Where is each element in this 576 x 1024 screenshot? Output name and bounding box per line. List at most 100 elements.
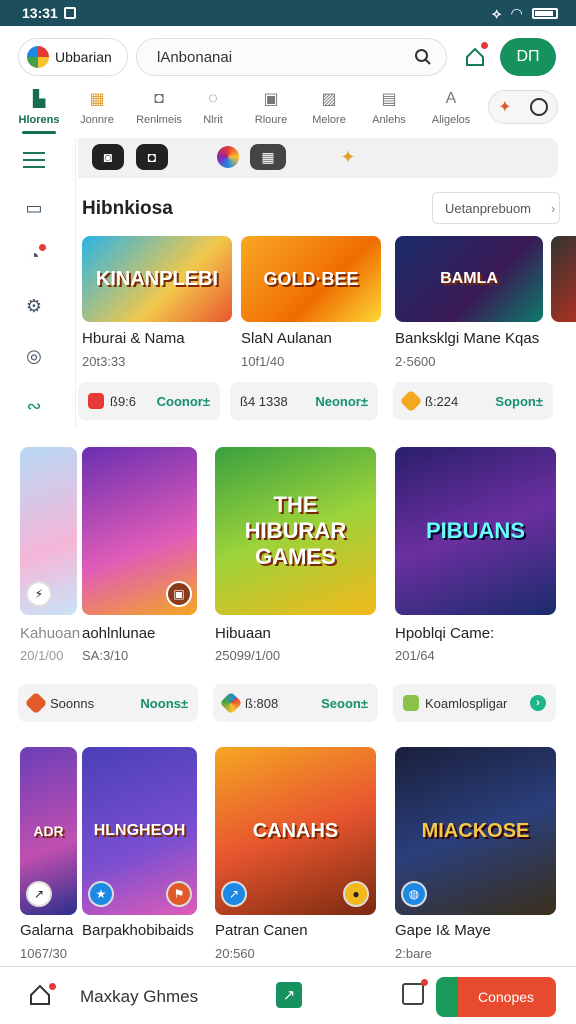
game-title[interactable]: Hpoblqi Came:: [395, 625, 494, 642]
game-art-title: HLNGHEOH: [93, 822, 186, 839]
app-switcher[interactable]: Ubbarian: [18, 38, 128, 76]
home-button[interactable]: [28, 983, 56, 1009]
chevron-right-icon[interactable]: ›: [530, 695, 546, 711]
shortcut-controller[interactable]: ◘: [136, 144, 168, 170]
chevron-right-icon: ›: [551, 200, 556, 216]
price-chip[interactable]: Koamlospligar ›: [393, 684, 556, 722]
notification-icon: [63, 7, 76, 19]
chip-action[interactable]: Neonor±: [315, 394, 368, 409]
price-chip[interactable]: ß9:6 Coonor±: [78, 382, 220, 420]
tab-1[interactable]: ▦ Jonnre: [68, 88, 126, 134]
game-card-image[interactable]: CANAHS ↗ ●: [215, 747, 376, 915]
game-title[interactable]: Kahuoan: [20, 625, 80, 642]
sidebar-item-explore[interactable]: ◎: [20, 342, 48, 370]
tab-3[interactable]: ◌ Nlrit: [184, 88, 242, 134]
image-icon: ▨: [321, 91, 337, 108]
tab-label: Melore: [312, 114, 346, 126]
game-title[interactable]: Hburai & Nama: [82, 330, 185, 347]
game-card-image[interactable]: ⚡: [20, 447, 77, 615]
search-bar[interactable]: [136, 38, 447, 76]
app-icon: [403, 695, 419, 711]
briefcase-icon: ▣: [263, 91, 279, 108]
game-card-image[interactable]: THE HIBURAR GAMES: [215, 447, 376, 615]
game-title[interactable]: Banksklgi Mane Kqas: [395, 330, 539, 347]
home-icon: [466, 47, 484, 66]
cta-button[interactable]: Conopes: [436, 977, 556, 1017]
gamepad-icon: ◘: [154, 90, 164, 107]
tab-6[interactable]: ▤ Anlehs: [360, 88, 418, 134]
game-card-image[interactable]: ADR ↗: [20, 747, 77, 915]
shortcut-party[interactable]: ✦: [332, 144, 364, 170]
game-card-image[interactable]: ▣: [82, 447, 197, 615]
heart-icon: [24, 691, 48, 715]
game-title[interactable]: aohlnlunae: [82, 625, 155, 642]
tab-7[interactable]: A Aligelos: [422, 88, 480, 134]
tab-0[interactable]: ▙ Hlorens: [10, 88, 68, 134]
game-title[interactable]: Galarna: [20, 922, 73, 939]
gear-icon: ⚙: [25, 295, 43, 316]
chip-value: Koamlospligar: [425, 695, 508, 711]
coin-icon: [88, 393, 104, 409]
cart-button[interactable]: [402, 979, 428, 1005]
game-card-image[interactable]: PIBUANS: [395, 447, 556, 615]
sidebar-item-link[interactable]: ∾: [20, 392, 48, 420]
game-title[interactable]: Hibuaan: [215, 625, 271, 642]
tab-5[interactable]: ▨ Melore: [300, 88, 358, 134]
price-chip[interactable]: Soonns Noons±: [18, 684, 198, 722]
chip-action[interactable]: Seoon±: [321, 696, 368, 711]
game-card-image[interactable]: MIACKOSE ◍: [395, 747, 556, 915]
sidebar-item-settings[interactable]: ⚙: [20, 292, 48, 320]
clock-icon: ◔: [28, 245, 40, 266]
chip-action[interactable]: Coonor±: [157, 394, 210, 409]
rocket-icon: ↗: [221, 881, 247, 907]
chart-icon: ▤: [381, 91, 397, 108]
notifications-button[interactable]: [460, 42, 490, 72]
puzzle-icon: ✦: [498, 99, 512, 116]
game-card-image[interactable]: HLNGHEOH ★ ⚑: [82, 747, 197, 915]
game-art-title: MIACKOSE: [421, 819, 530, 842]
tab-2[interactable]: ◘ Renlmeis: [130, 88, 188, 134]
game-art-title: ADR: [33, 823, 64, 839]
trend-button[interactable]: ↗: [276, 982, 302, 1008]
tab-4[interactable]: ▣ Rloure: [242, 88, 300, 134]
party-icon: ✦: [340, 146, 356, 167]
game-card-image-partial[interactable]: [551, 236, 576, 322]
app-name: Ubbarian: [55, 49, 112, 65]
game-art-title: KINANPLEBI: [95, 267, 219, 290]
shortcut-avatar[interactable]: [212, 144, 244, 170]
gem-icon: [399, 389, 423, 413]
tab-label: Anlehs: [372, 114, 406, 126]
gamepad-icon: ◙: [103, 149, 113, 165]
tab-label: Aligelos: [431, 114, 471, 126]
search-icon[interactable]: [414, 48, 432, 66]
controller-icon: ◘: [147, 149, 157, 165]
game-meta: 20/1/00: [20, 648, 64, 663]
battery-icon: [532, 7, 558, 19]
game-art-title: CANAHS: [252, 819, 339, 842]
shortcut-gamepad[interactable]: ◙: [92, 144, 124, 170]
price-chip[interactable]: ß:224 Sopon±: [393, 382, 553, 420]
sidebar-item-library[interactable]: ▭: [20, 194, 48, 222]
game-title[interactable]: Patran Canen: [215, 922, 308, 939]
clock-icon: [529, 98, 548, 116]
shortcut-keyboard[interactable]: ▦: [250, 144, 286, 170]
chip-action[interactable]: Noons±: [140, 696, 188, 711]
section-more-button[interactable]: Uetanprebuom ›: [432, 192, 560, 224]
flag-icon: ⚑: [166, 881, 192, 907]
tab-label: Renlmeis: [136, 114, 182, 126]
game-title[interactable]: Barpakhobibaids: [82, 922, 194, 939]
sidebar-item-history[interactable]: ◔: [20, 242, 48, 270]
menu-button[interactable]: [20, 146, 48, 174]
price-chip[interactable]: ß:808 Seoon±: [213, 684, 378, 722]
game-title[interactable]: SlaN Aulanan: [241, 330, 332, 347]
game-card-image[interactable]: BAMLA: [395, 236, 543, 322]
game-card-image[interactable]: KINANPLEBI: [82, 236, 232, 322]
game-card-image[interactable]: GOLD·BEE: [241, 236, 381, 322]
price-chip[interactable]: ß4 1338 Neonor±: [230, 382, 378, 420]
notification-dot: [481, 42, 488, 49]
game-title[interactable]: Gape I& Maye: [395, 922, 491, 939]
account-button[interactable]: DΠ: [500, 38, 556, 76]
search-input[interactable]: [157, 48, 397, 66]
tab-extra-toggle[interactable]: ✦: [488, 90, 558, 124]
chip-action[interactable]: Sopon±: [495, 394, 543, 409]
